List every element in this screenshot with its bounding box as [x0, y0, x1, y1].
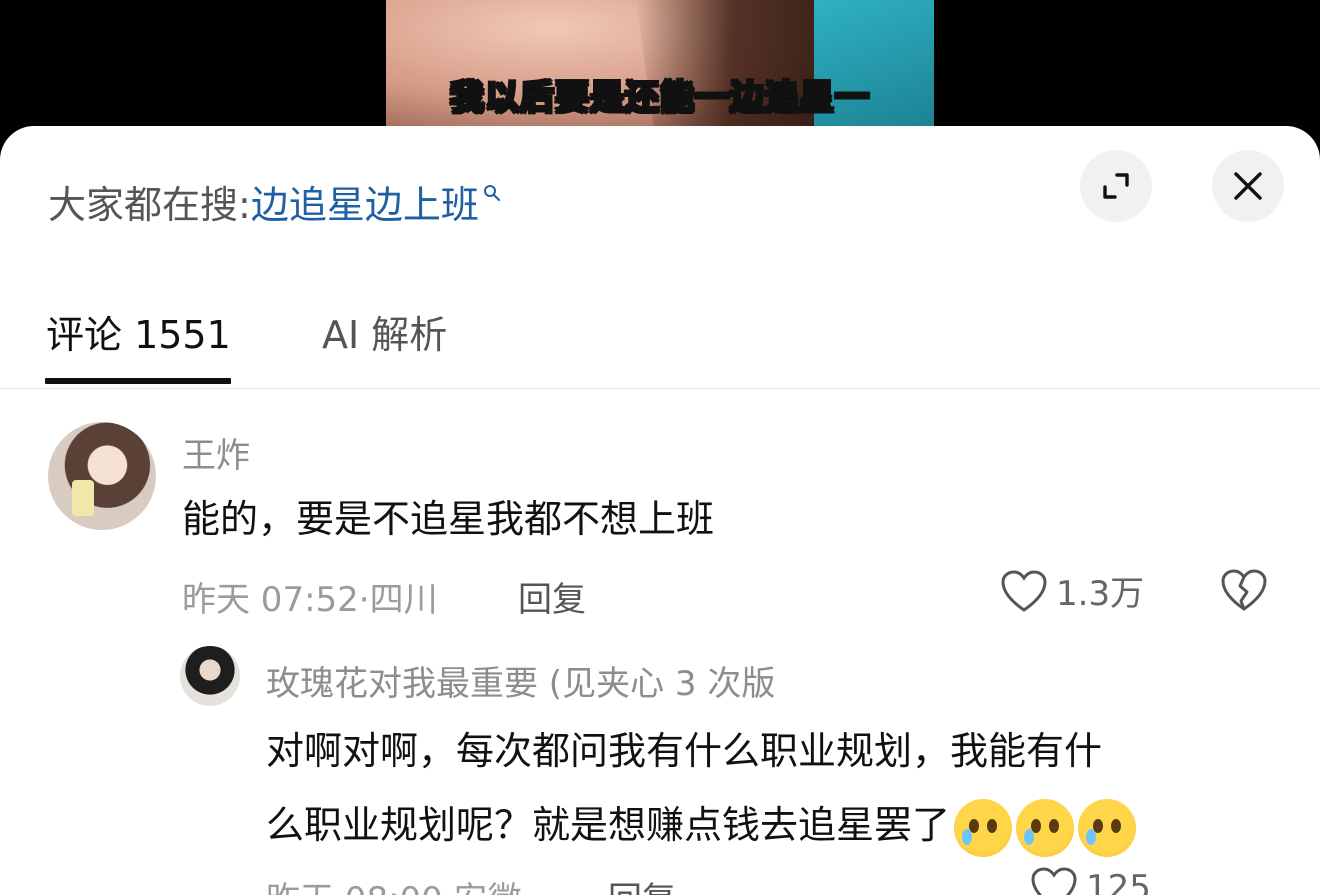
tab-comments[interactable]: 评论 1551: [46, 304, 231, 359]
comment-timestamp: 昨天 07:52·四川: [182, 572, 438, 621]
comment-text: 能的，要是不追星我都不想上班: [182, 497, 715, 541]
reply-username[interactable]: 玫瑰花对我最重要 (见夹心 3 次版: [266, 656, 775, 705]
avatar[interactable]: [48, 422, 156, 530]
close-button[interactable]: [1212, 150, 1284, 222]
reply-text-line-2-content: 么职业规划呢？就是想赚点钱去追星罢了: [266, 803, 951, 847]
suggested-search-keyword[interactable]: 边追星边上班: [251, 174, 479, 229]
comment-location: 四川: [369, 580, 438, 620]
pleading-face-emoji-icon: [1078, 798, 1137, 857]
comments-sheet: 大家都在搜: 边追星边上班 评论 1551 AI 解析 王炸 能的，要是不追星我…: [0, 126, 1320, 895]
tab-ai-analysis[interactable]: AI 解析: [322, 304, 447, 359]
sheet-tabs: 评论 1551 AI 解析: [0, 294, 1320, 388]
pleading-face-emoji-icon: [1016, 798, 1075, 857]
like-button[interactable]: 1.3万: [1000, 566, 1144, 615]
like-count: 1.3万: [1056, 574, 1145, 614]
suggested-search[interactable]: 大家都在搜: 边追星边上班: [48, 174, 501, 229]
search-icon: [483, 184, 500, 201]
reply-like-count: 125: [1086, 868, 1151, 895]
reply-reply-button[interactable]: 回复: [608, 872, 676, 895]
reply-avatar[interactable]: [180, 646, 240, 706]
tabs-divider: [0, 388, 1320, 389]
expand-icon: [1103, 173, 1129, 199]
reply-timestamp: 昨天 08:00·安徽: [266, 872, 522, 895]
close-icon: [1234, 172, 1262, 200]
avatar-cup-shape: [72, 480, 94, 516]
dislike-heart-icon[interactable]: [1220, 568, 1268, 612]
heart-icon: [1001, 569, 1047, 612]
expand-button[interactable]: [1080, 150, 1152, 222]
comment-time: 昨天 07:52·: [182, 580, 370, 620]
pleading-face-emoji-icon: [954, 798, 1013, 857]
reply-button[interactable]: 回复: [518, 572, 586, 621]
comment-username[interactable]: 王炸: [182, 428, 250, 477]
heart-icon: [1031, 867, 1077, 895]
reply-text-line-2: 么职业规划呢？就是想赚点钱去追星罢了: [266, 788, 1316, 862]
suggested-search-prefix: 大家都在搜:: [48, 183, 251, 227]
video-subtitle: 我以后要是还能一边追星一: [449, 77, 870, 119]
reply-like-button[interactable]: 125: [1030, 866, 1151, 895]
video-preview[interactable]: 我以后要是还能一边追星一: [386, 0, 934, 140]
reply-text-line-1: 对啊对啊，每次都问我有什么职业规划，我能有什: [266, 729, 1103, 773]
active-tab-indicator: [45, 378, 231, 384]
